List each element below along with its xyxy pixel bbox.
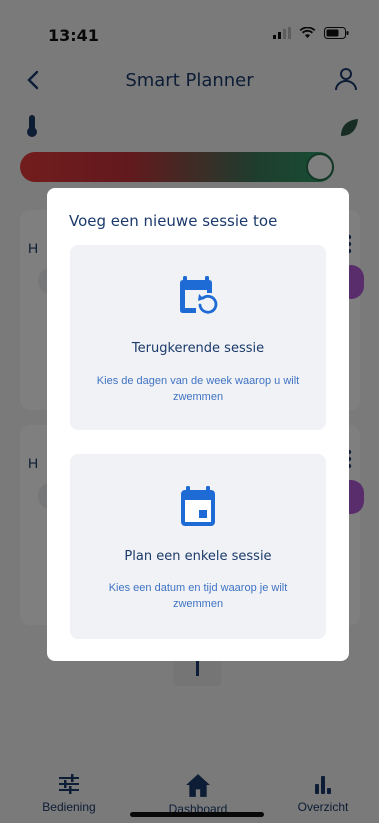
app-screen: 13:41 Smart Planner (0, 0, 379, 823)
option-title: Plan een enkele sessie (124, 549, 272, 564)
option-title: Terugkerende sessie (131, 341, 265, 356)
new-session-modal: Voeg een nieuwe sessie toe Terugkerende … (47, 188, 349, 661)
modal-title: Voeg een nieuwe sessie toe (69, 212, 278, 230)
recurring-session-option[interactable]: Terugkerende sessie Kies de dagen van de… (70, 245, 326, 430)
calendar-single-icon (181, 486, 215, 526)
calendar-repeat-icon (180, 276, 218, 314)
option-description: Kies de dagen van de week waarop u wilt … (96, 375, 300, 403)
single-session-option[interactable]: Plan een enkele sessie Kies een datum en… (70, 454, 326, 639)
option-description: Kies een datum en tijd waarop je wilt zw… (108, 582, 288, 610)
